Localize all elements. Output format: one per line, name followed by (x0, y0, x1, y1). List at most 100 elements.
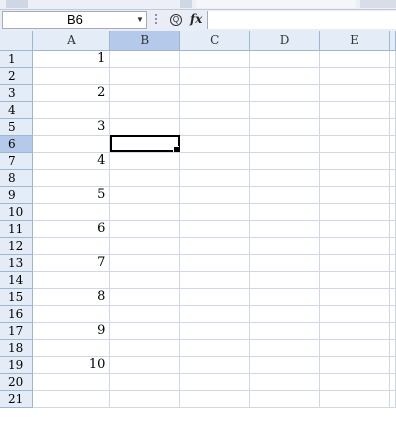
cell-e4[interactable] (319, 101, 390, 119)
cell-e2[interactable] (319, 67, 390, 85)
cell-b15[interactable] (109, 288, 181, 306)
row-header[interactable]: 3 (0, 84, 34, 102)
cell-c2[interactable] (179, 67, 251, 85)
cell-b8[interactable] (109, 169, 181, 187)
row-header[interactable]: 20 (0, 373, 34, 391)
cell-d12[interactable] (249, 237, 321, 255)
cell-e13[interactable] (319, 254, 390, 272)
cell-b13[interactable] (109, 254, 181, 272)
cell-d21[interactable] (249, 390, 321, 408)
cell-partial[interactable] (389, 67, 396, 85)
cell-partial[interactable] (389, 237, 396, 255)
cell-partial[interactable] (389, 135, 396, 153)
row-header[interactable]: 1 (0, 50, 34, 68)
cell-d11[interactable] (249, 220, 321, 238)
cell-partial[interactable] (389, 373, 396, 391)
cell-b7[interactable] (109, 152, 181, 170)
cell-a1[interactable]: 1 (32, 50, 111, 68)
cell-c12[interactable] (179, 237, 251, 255)
column-header-d[interactable]: D (249, 31, 321, 51)
cell-c1[interactable] (179, 50, 251, 68)
cell-b9[interactable] (109, 186, 181, 204)
cell-c13[interactable] (179, 254, 251, 272)
cell-e6[interactable] (319, 135, 390, 153)
cell-a3[interactable]: 2 (32, 84, 111, 102)
cell-e5[interactable] (319, 118, 390, 136)
cell-e1[interactable] (319, 50, 390, 68)
zoom-icon[interactable]: Q (170, 14, 182, 26)
row-header[interactable]: 14 (0, 271, 34, 289)
row-header[interactable]: 8 (0, 169, 34, 187)
cell-e21[interactable] (319, 390, 390, 408)
cell-e15[interactable] (319, 288, 390, 306)
cell-d18[interactable] (249, 339, 321, 357)
cell-partial[interactable] (389, 101, 396, 119)
cell-e14[interactable] (319, 271, 390, 289)
cell-c6[interactable] (179, 135, 251, 153)
cell-d6[interactable] (249, 135, 321, 153)
cell-e3[interactable] (319, 84, 390, 102)
row-header[interactable]: 2 (0, 67, 34, 85)
name-box[interactable]: B6 ▼ (2, 11, 147, 29)
row-header[interactable]: 19 (0, 356, 34, 374)
cell-b10[interactable] (109, 203, 181, 221)
cell-a20[interactable] (32, 373, 111, 391)
cell-d20[interactable] (249, 373, 321, 391)
chevron-down-icon[interactable]: ▼ (136, 12, 144, 28)
cell-partial[interactable] (389, 322, 396, 340)
cell-partial[interactable] (389, 118, 396, 136)
cell-e19[interactable] (319, 356, 390, 374)
cell-b11[interactable] (109, 220, 181, 238)
row-header[interactable]: 17 (0, 322, 34, 340)
cell-a7[interactable]: 4 (32, 152, 111, 170)
cell-partial[interactable] (389, 186, 396, 204)
cell-c3[interactable] (179, 84, 251, 102)
cell-a6[interactable] (32, 135, 111, 153)
cell-d5[interactable] (249, 118, 321, 136)
cell-b1[interactable] (109, 50, 181, 68)
cell-b16[interactable] (109, 305, 181, 323)
cell-partial[interactable] (389, 84, 396, 102)
cell-c10[interactable] (179, 203, 251, 221)
cell-b4[interactable] (109, 101, 181, 119)
cell-d15[interactable] (249, 288, 321, 306)
cell-partial[interactable] (389, 254, 396, 272)
cell-a10[interactable] (32, 203, 111, 221)
cell-d16[interactable] (249, 305, 321, 323)
cell-partial[interactable] (389, 271, 396, 289)
cell-a11[interactable]: 6 (32, 220, 111, 238)
cell-c21[interactable] (179, 390, 251, 408)
cell-a4[interactable] (32, 101, 111, 119)
row-header[interactable]: 6 (0, 135, 34, 153)
cell-partial[interactable] (389, 152, 396, 170)
column-header-a[interactable]: A (32, 31, 111, 51)
cell-partial[interactable] (389, 356, 396, 374)
cell-partial[interactable] (389, 50, 396, 68)
cell-partial[interactable] (389, 288, 396, 306)
cell-e11[interactable] (319, 220, 390, 238)
cell-e10[interactable] (319, 203, 390, 221)
cell-e20[interactable] (319, 373, 390, 391)
cell-c9[interactable] (179, 186, 251, 204)
cell-e18[interactable] (319, 339, 390, 357)
row-header[interactable]: 11 (0, 220, 34, 238)
cell-a5[interactable]: 3 (32, 118, 111, 136)
column-header-e[interactable]: E (319, 31, 390, 51)
cell-c15[interactable] (179, 288, 251, 306)
cell-a16[interactable] (32, 305, 111, 323)
cell-e12[interactable] (319, 237, 390, 255)
cell-partial[interactable] (389, 169, 396, 187)
cell-a13[interactable]: 7 (32, 254, 111, 272)
cell-d8[interactable] (249, 169, 321, 187)
row-header[interactable]: 16 (0, 305, 34, 323)
cell-a9[interactable]: 5 (32, 186, 111, 204)
cell-a15[interactable]: 8 (32, 288, 111, 306)
row-header[interactable]: 18 (0, 339, 34, 357)
cell-d14[interactable] (249, 271, 321, 289)
cell-d13[interactable] (249, 254, 321, 272)
cell-d17[interactable] (249, 322, 321, 340)
cell-c7[interactable] (179, 152, 251, 170)
cell-b14[interactable] (109, 271, 181, 289)
cell-d10[interactable] (249, 203, 321, 221)
cell-b3[interactable] (109, 84, 181, 102)
